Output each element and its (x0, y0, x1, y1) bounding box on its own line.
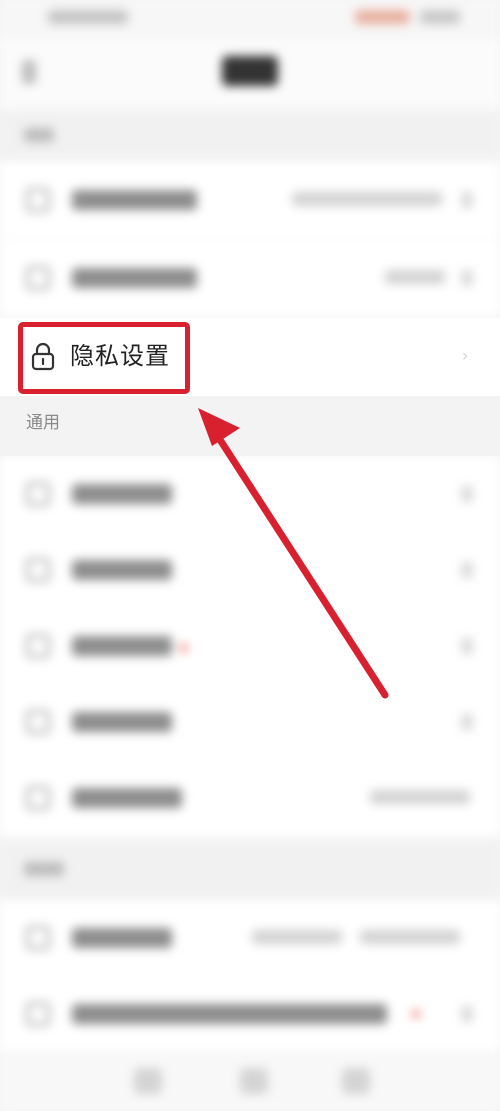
annotation-arrow (198, 408, 389, 699)
